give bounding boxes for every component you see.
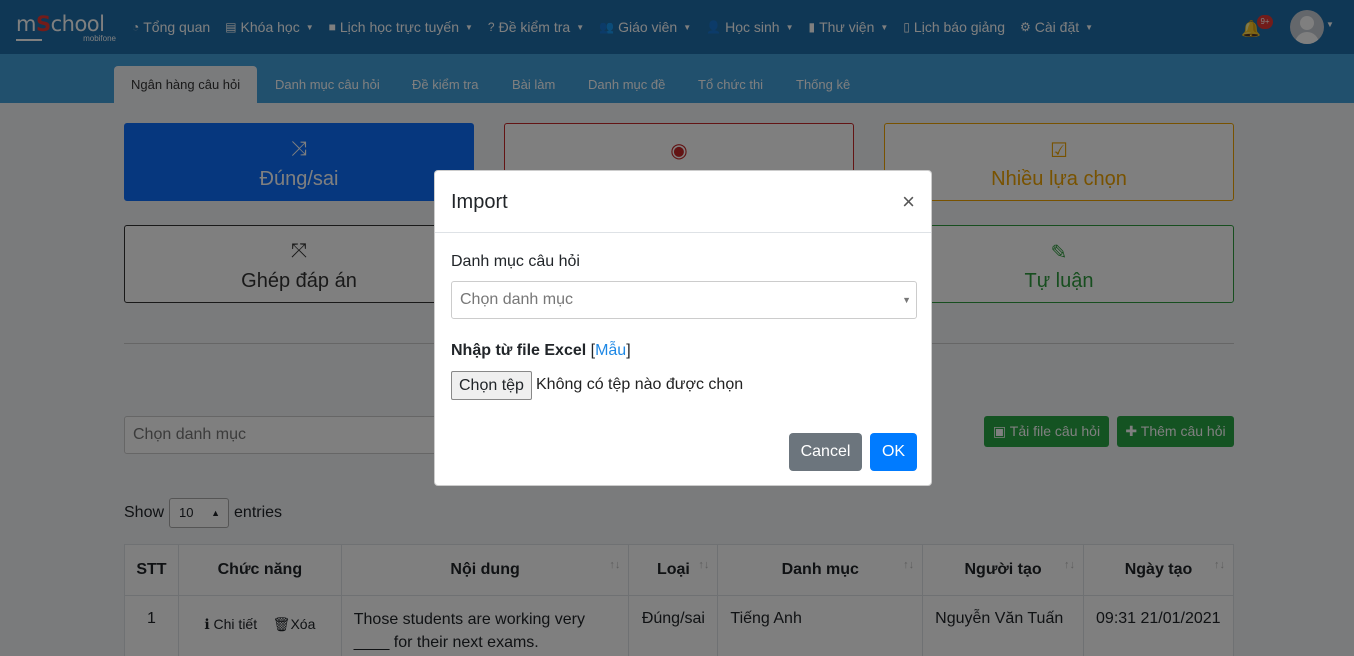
- category-label: Danh mục câu hỏi: [451, 253, 580, 270]
- template-link[interactable]: Mẫu: [595, 342, 626, 359]
- modal-title: Import: [451, 191, 508, 213]
- excel-import-label: Nhập từ file Excel [Mẫu]: [451, 342, 631, 359]
- import-modal: Import × Danh mục câu hỏi Chọn danh mục ▼…: [434, 170, 932, 486]
- modal-header: Import ×: [435, 171, 931, 233]
- cancel-button[interactable]: Cancel: [789, 433, 862, 471]
- ok-button[interactable]: OK: [870, 433, 917, 471]
- file-status: Không có tệp nào được chọn: [536, 376, 744, 393]
- category-select[interactable]: Chọn danh mục ▼: [451, 281, 917, 319]
- caret-down-icon: ▼: [902, 295, 911, 305]
- choose-file-button[interactable]: Chọn tệp: [451, 371, 532, 400]
- close-icon[interactable]: ×: [902, 189, 915, 215]
